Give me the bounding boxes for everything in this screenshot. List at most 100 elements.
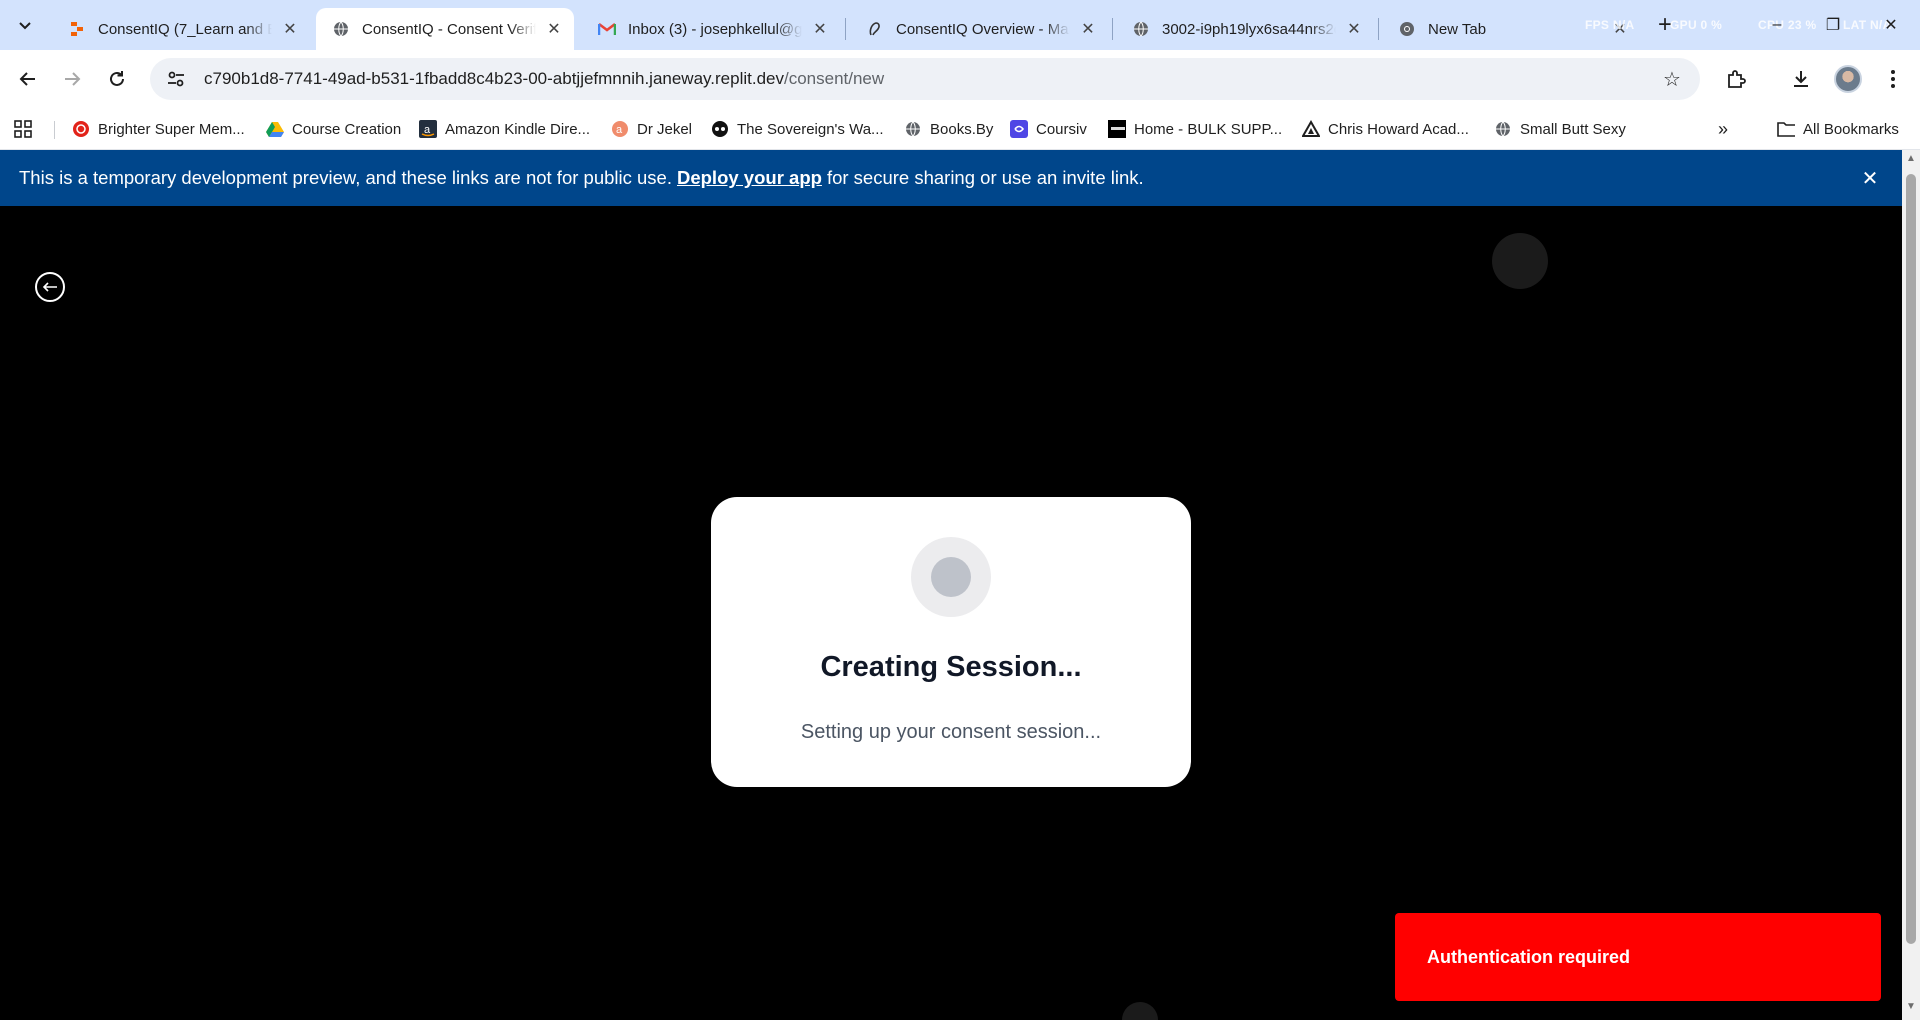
decorative-blob <box>1492 233 1548 289</box>
bookmarks-overflow-button[interactable]: » <box>1718 118 1728 140</box>
tab-title: ConsentIQ (7_Learn and En <box>98 20 272 38</box>
forward-button[interactable] <box>57 64 87 94</box>
scroll-up-arrow-icon[interactable]: ▲ <box>1906 154 1916 164</box>
tab-consentiq-verification[interactable]: ConsentIQ - Consent Verific ✕ <box>316 8 574 50</box>
all-bookmarks-label: All Bookmarks <box>1803 120 1899 138</box>
tab-consentiq-overview[interactable]: ConsentIQ Overview - Man ✕ <box>850 8 1108 50</box>
chris-howard-icon <box>1302 120 1320 138</box>
bookmark-label: Dr Jekel <box>637 120 693 138</box>
bookmark-separator <box>54 121 55 139</box>
tab-title: ConsentIQ Overview - Man <box>896 20 1070 38</box>
tab-search-button[interactable] <box>10 10 40 40</box>
close-tab-icon[interactable]: ✕ <box>810 19 830 39</box>
site-info-icon[interactable] <box>162 65 190 93</box>
tab-separator <box>845 18 846 40</box>
session-loading-card: Creating Session... Setting up your cons… <box>711 497 1191 787</box>
reload-icon <box>110 71 124 86</box>
bulk-icon <box>1108 120 1126 138</box>
bookmark-label: The Sovereign's Wa... <box>737 120 884 138</box>
banner-text-after: for secure sharing or use an invite link… <box>826 167 1144 188</box>
close-tab-icon[interactable]: ✕ <box>1078 19 1098 39</box>
close-tab-icon[interactable]: ✕ <box>544 19 564 39</box>
chevron-down-icon <box>19 22 31 30</box>
address-bar[interactable]: c790b1d8-7741-49ad-b531-1fbadd8c4b23-00-… <box>150 58 1700 100</box>
banner-close-icon[interactable]: ✕ <box>1858 166 1882 190</box>
spinner-dot <box>931 557 971 597</box>
tab-title: 3002-i9ph19lyx6sa44nrs2d <box>1162 20 1336 38</box>
brighter-icon <box>72 120 90 138</box>
bookmark-label: Brighter Super Mem... <box>98 120 245 138</box>
tab-consentiq-learn[interactable]: ConsentIQ (7_Learn and En ✕ <box>52 8 310 50</box>
back-button[interactable] <box>13 64 43 94</box>
bookmark-sovereign[interactable]: The Sovereign's Wa... <box>711 118 884 140</box>
bookmark-course-creation[interactable]: Course Creation <box>266 118 401 140</box>
sovereign-icon <box>711 120 729 138</box>
profile-avatar[interactable] <box>1834 65 1862 93</box>
svg-text:a: a <box>424 124 431 136</box>
url-path: /consent/new <box>783 69 885 88</box>
scroll-thumb[interactable] <box>1906 174 1916 944</box>
error-toast[interactable]: Authentication required <box>1395 913 1881 1001</box>
tab-3002-preview[interactable]: 3002-i9ph19lyx6sa44nrs2d ✕ <box>1116 8 1374 50</box>
apps-grid-button[interactable] <box>13 118 33 140</box>
bookmark-label: Course Creation <box>292 120 402 138</box>
folder-icon <box>1777 120 1795 138</box>
deploy-app-link[interactable]: Deploy your app <box>677 167 822 189</box>
tab-title: Inbox (3) - josephkellul@gm <box>628 20 802 38</box>
scroll-down-arrow-icon[interactable]: ▼ <box>1906 1002 1916 1012</box>
bookmark-label: Coursiv <box>1036 120 1087 138</box>
globe-icon <box>904 120 922 138</box>
tab-separator <box>1112 18 1113 40</box>
url-text: c790b1d8-7741-49ad-b531-1fbadd8c4b23-00-… <box>204 69 884 89</box>
bookmark-label: Home - BULK SUPP... <box>1134 120 1283 138</box>
kebab-menu-icon[interactable] <box>1878 64 1908 94</box>
perf-gpu: GPU 0 % <box>1670 18 1723 32</box>
tab-separator <box>1378 18 1379 40</box>
dr-jekel-icon: a <box>611 120 629 138</box>
manus-icon <box>866 20 884 38</box>
bookmark-books-by[interactable]: Books.By <box>904 118 993 140</box>
bookmark-brighter[interactable]: Brighter Super Mem... <box>72 118 245 140</box>
bookmark-chris-howard[interactable]: Chris Howard Acad... <box>1302 118 1469 140</box>
arrow-left-icon <box>19 72 35 86</box>
globe-icon <box>332 20 350 38</box>
coursiv-icon <box>1010 120 1028 138</box>
toast-message: Authentication required <box>1427 946 1631 967</box>
back-arrow-button[interactable] <box>35 272 65 302</box>
bookmark-bulk-supplements[interactable]: Home - BULK SUPP... <box>1108 118 1282 140</box>
minimize-icon[interactable]: – <box>1762 10 1792 40</box>
globe-icon <box>1494 120 1512 138</box>
bookmark-dr-jekel[interactable]: a Dr Jekel <box>611 118 692 140</box>
bookmark-star-icon[interactable]: ☆ <box>1660 67 1684 91</box>
all-bookmarks-button[interactable]: All Bookmarks <box>1777 118 1899 140</box>
chrome-icon <box>1398 20 1416 38</box>
reload-button[interactable] <box>102 64 132 94</box>
arrow-right-icon <box>65 72 81 86</box>
bookmark-amazon-kindle[interactable]: a Amazon Kindle Dire... <box>419 118 590 140</box>
close-tab-icon[interactable]: ✕ <box>280 19 300 39</box>
svg-text:a: a <box>616 124 623 136</box>
tab-gmail-inbox[interactable]: Inbox (3) - josephkellul@gm ✕ <box>582 8 840 50</box>
browser-toolbar: c790b1d8-7741-49ad-b531-1fbadd8c4b23-00-… <box>0 50 1920 108</box>
restore-icon[interactable]: ❐ <box>1818 10 1848 40</box>
card-subtitle: Setting up your consent session... <box>800 721 1102 743</box>
loading-spinner <box>911 537 991 617</box>
google-drive-icon <box>266 120 284 138</box>
close-tab-icon[interactable]: ✕ <box>1344 19 1364 39</box>
gmail-icon <box>598 20 616 38</box>
double-chevron-right-icon: » <box>1718 118 1729 139</box>
arrow-left-icon <box>42 282 57 292</box>
amazon-icon: a <box>419 120 437 138</box>
card-title: Creating Session... <box>820 651 1082 683</box>
bookmark-label: Chris Howard Acad... <box>1328 120 1469 138</box>
tab-title: ConsentIQ - Consent Verific <box>362 20 536 38</box>
url-host: c790b1d8-7741-49ad-b531-1fbadd8c4b23-00-… <box>204 69 784 88</box>
download-icon[interactable] <box>1786 64 1816 94</box>
bookmark-small-butt[interactable]: Small Butt Sexy <box>1494 118 1626 140</box>
bookmark-coursiv[interactable]: Coursiv <box>1010 118 1087 140</box>
bookmark-label: Small Butt Sexy <box>1520 120 1626 138</box>
page-scrollbar[interactable]: ▲ ▼ <box>1902 150 1920 1020</box>
window-close-icon[interactable]: ✕ <box>1876 10 1906 40</box>
bookmarks-bar: Brighter Super Mem... Course Creation a … <box>0 108 1920 150</box>
extensions-icon[interactable] <box>1721 64 1751 94</box>
